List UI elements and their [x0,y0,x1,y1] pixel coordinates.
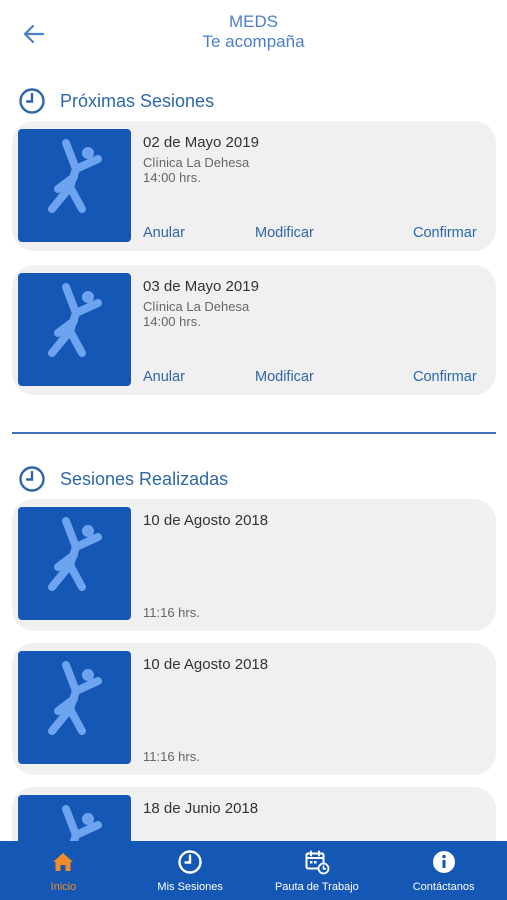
exercise-figure-icon [48,661,102,735]
tab-contactanos[interactable]: Contáctanos [380,841,507,900]
session-time: 11:16 hrs. [143,605,200,620]
cancel-button[interactable]: Anular [143,225,185,241]
completed-session-card[interactable]: 10 de Agosto 2018 11:16 hrs. [12,499,496,631]
exercise-thumbnail [18,651,131,764]
exercise-thumbnail [18,129,131,242]
session-time: 14:00 hrs. [143,170,201,185]
completed-session-card[interactable]: 10 de Agosto 2018 11:16 hrs. [12,643,496,775]
app-title: MEDS [228,12,279,31]
upcoming-session-card[interactable]: 03 de Mayo 2019 Clínica La Dehesa 14:00 … [12,265,496,395]
clock-icon [178,850,202,874]
bottom-tab-bar: Inicio Mis Sesiones Pauta de Trabajo Con… [0,841,507,900]
exercise-figure-icon [48,283,102,357]
exercise-thumbnail [18,273,131,386]
session-time: 14:00 hrs. [143,314,201,329]
modify-button[interactable]: Modificar [255,225,314,241]
session-place: Clínica La Dehesa [143,299,250,314]
session-date: 02 de Mayo 2019 [143,134,259,151]
app-subtitle: Te acompaña [202,32,305,51]
app-header: MEDS Te acompaña [0,0,507,66]
session-date: 10 de Agosto 2018 [143,512,269,529]
modify-button[interactable]: Modificar [255,369,314,385]
tab-label: Inicio [50,881,77,893]
completed-section-header: Sesiones Realizadas [18,464,228,494]
clock-icon [19,88,45,114]
session-date: 10 de Agosto 2018 [143,656,269,673]
session-date: 03 de Mayo 2019 [143,278,259,295]
completed-section-title: Sesiones Realizadas [60,468,229,489]
tab-label: Pauta de Trabajo [274,881,359,893]
upcoming-section-header: Próximas Sesiones [18,86,214,116]
clock-icon [19,466,45,492]
calendar-icon [305,850,330,875]
tab-mis-sesiones[interactable]: Mis Sesiones [127,841,254,900]
section-divider [12,432,496,434]
title-block: MEDS Te acompaña [0,12,507,52]
tab-pauta-de-trabajo[interactable]: Pauta de Trabajo [254,841,381,900]
exercise-thumbnail [18,507,131,620]
exercise-figure-icon [48,517,102,591]
exercise-figure-icon [48,139,102,213]
session-time: 11:16 hrs. [143,749,200,764]
info-icon [432,851,455,873]
upcoming-session-card[interactable]: 02 de Mayo 2019 Clínica La Dehesa 14:00 … [12,121,496,251]
session-date: 18 de Junio 2018 [143,800,259,817]
confirm-button[interactable]: Confirmar [413,369,477,385]
upcoming-section-title: Próximas Sesiones [60,90,215,111]
tab-inicio[interactable]: Inicio [0,841,127,900]
session-place: Clínica La Dehesa [143,155,250,170]
tab-label: Mis Sesiones [157,881,223,893]
home-icon [53,853,74,871]
cancel-button[interactable]: Anular [143,369,185,385]
confirm-button[interactable]: Confirmar [413,225,477,241]
tab-label: Contáctanos [412,881,475,893]
